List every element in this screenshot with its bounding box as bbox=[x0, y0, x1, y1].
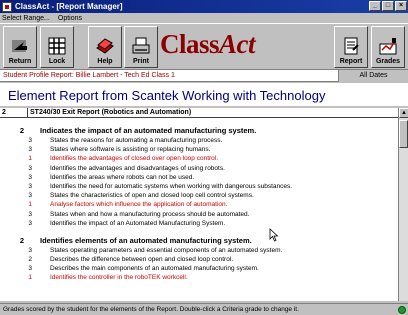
status-bar-text: Grades scored by the student for the ele… bbox=[3, 306, 299, 313]
objective-grade[interactable]: 2 bbox=[0, 236, 40, 246]
criteria-grade[interactable]: 3 bbox=[0, 136, 50, 145]
criteria-text: Describes the difference between open an… bbox=[50, 256, 234, 264]
criteria-text: States the reasons for automating a manu… bbox=[50, 137, 223, 144]
return-button[interactable]: Return bbox=[3, 26, 37, 68]
report-list[interactable]: 2 ST240/30 Exit Report (Robotics and Aut… bbox=[0, 108, 398, 301]
criteria-row[interactable]: 3 States operating parameters and essenti… bbox=[0, 246, 398, 255]
report-button[interactable]: Report bbox=[334, 26, 368, 68]
report-label: Report bbox=[339, 58, 363, 65]
criteria-grade[interactable]: 3 bbox=[0, 191, 50, 200]
menu-select-range[interactable]: Select Range... bbox=[2, 15, 50, 22]
window-controls: _ □ × bbox=[369, 1, 407, 11]
criteria-row[interactable]: 3 States when and how a manufacturing pro… bbox=[0, 210, 398, 219]
criteria-grade[interactable]: 3 bbox=[0, 210, 50, 219]
criteria-row[interactable]: 1 Analyse factors which influence the app… bbox=[0, 200, 398, 209]
scroll-thumb[interactable] bbox=[399, 120, 408, 148]
criteria-grade[interactable]: 3 bbox=[0, 264, 50, 273]
criteria-row[interactable]: 1 Identifies the controller in the roboTE… bbox=[0, 273, 398, 282]
print-label: Print bbox=[133, 58, 149, 65]
objective-row[interactable]: 2 Indicates the impact of an automated ma… bbox=[0, 126, 398, 136]
lock-label: Lock bbox=[48, 58, 66, 65]
return-arrow-icon bbox=[12, 40, 27, 52]
criteria-row[interactable]: 2 Describes the difference between open a… bbox=[0, 255, 398, 264]
minimize-button[interactable]: _ bbox=[369, 1, 381, 11]
grades-button[interactable]: Grades bbox=[371, 26, 405, 68]
title-bar: ClassAct - [Report Manager] _ □ × bbox=[0, 0, 408, 13]
criteria-text: Identifies the controller in the roboTEK… bbox=[50, 274, 188, 282]
criteria-grade[interactable]: 3 bbox=[0, 182, 50, 191]
criteria-grade[interactable]: 1 bbox=[0, 200, 50, 209]
help-button[interactable]: Help bbox=[88, 26, 122, 68]
criteria-text: Identifies the need for automatic system… bbox=[50, 182, 293, 190]
classact-logo: ClassAct bbox=[160, 29, 256, 59]
unit-number: 2 bbox=[0, 108, 28, 117]
criteria-grade[interactable]: 3 bbox=[0, 219, 50, 228]
criteria-row[interactable]: 3 States where software is assisting or r… bbox=[0, 145, 398, 154]
criteria-text: States operating parameters and essentia… bbox=[50, 246, 283, 254]
criteria-text: Identifies the areas where robots can no… bbox=[50, 173, 195, 181]
criteria-text: Identifies the advantages and disadvanta… bbox=[50, 164, 225, 172]
app-icon[interactable] bbox=[2, 1, 12, 12]
criteria-grade[interactable]: 3 bbox=[0, 145, 50, 154]
objective-title: Indicates the impact of an automated man… bbox=[40, 126, 257, 135]
close-button[interactable]: × bbox=[395, 1, 407, 11]
unit-header-row[interactable]: 2 ST240/30 Exit Report (Robotics and Aut… bbox=[0, 108, 398, 118]
grades-chart-icon bbox=[379, 38, 397, 55]
criteria-text: Describes the main components of an auto… bbox=[50, 265, 259, 273]
report-document-icon bbox=[344, 37, 359, 55]
criteria-text: States when and how a manufacturing proc… bbox=[50, 210, 250, 218]
criteria-text: Identifies the impact of an Automated Ma… bbox=[50, 219, 226, 227]
scroll-up-icon[interactable]: ▲ bbox=[399, 108, 408, 118]
toolbar: Return Lock Help Print ClassAct Report G… bbox=[0, 23, 408, 70]
criteria-text: States the characteristics of open and c… bbox=[50, 192, 254, 200]
criteria-grade[interactable]: 2 bbox=[0, 255, 50, 264]
page-title: Element Report from Scantek Working with… bbox=[0, 83, 408, 107]
lock-grid-icon bbox=[48, 37, 66, 55]
criteria-row[interactable]: 3 Describes the main components of an aut… bbox=[0, 264, 398, 273]
criteria-grade[interactable]: 1 bbox=[0, 273, 50, 282]
status-indicator-icon bbox=[398, 306, 406, 314]
criteria-row[interactable]: 3 Identifies the impact of an Automated M… bbox=[0, 219, 398, 228]
criteria-row[interactable]: 3 States the characteristics of open and … bbox=[0, 191, 398, 200]
lock-button[interactable]: Lock bbox=[40, 26, 74, 68]
print-button[interactable]: Print bbox=[124, 26, 158, 68]
criteria-row[interactable]: 3 Identifies the areas where robots can n… bbox=[0, 173, 398, 182]
criteria-text: States where software is assisting or re… bbox=[50, 146, 211, 154]
objective-grade[interactable]: 2 bbox=[0, 126, 40, 136]
criteria-text: Identifies the advantages of closed over… bbox=[50, 155, 219, 163]
profile-status-row: Student Profile Report: Billie Lambert -… bbox=[0, 69, 408, 82]
criteria-row[interactable]: 3 Identifies the need for automatic syste… bbox=[0, 182, 398, 191]
criteria-text: Analyse factors which influence the appl… bbox=[50, 201, 228, 209]
criteria-row[interactable]: 1 Identifies the advantages of closed ove… bbox=[0, 154, 398, 163]
criteria-grade[interactable]: 3 bbox=[0, 246, 50, 255]
grades-label: Grades bbox=[375, 58, 401, 65]
vertical-scrollbar[interactable]: ▲ bbox=[398, 108, 408, 301]
criteria-row[interactable]: 3 States the reasons for automating a man… bbox=[0, 136, 398, 145]
criteria-grade[interactable]: 3 bbox=[0, 173, 50, 182]
unit-name: ST240/30 Exit Report (Robotics and Autom… bbox=[30, 109, 192, 116]
menu-bar: Select Range... Options bbox=[0, 13, 408, 23]
criteria-row[interactable]: 3 Identifies the advantages and disadvant… bbox=[0, 164, 398, 173]
return-label: Return bbox=[8, 58, 32, 65]
mouse-pointer-icon bbox=[269, 228, 279, 242]
criteria-grade[interactable]: 1 bbox=[0, 154, 50, 163]
date-range-selector[interactable]: All Dates bbox=[338, 69, 408, 82]
status-bar: Grades scored by the student for the ele… bbox=[0, 303, 408, 315]
objective-title: Identifies elements of an automated manu… bbox=[40, 235, 252, 245]
objective-row[interactable]: 2 Identifies elements of an automated man… bbox=[0, 236, 398, 246]
help-label: Help bbox=[97, 58, 113, 65]
criteria-grade[interactable]: 3 bbox=[0, 164, 50, 173]
menu-options[interactable]: Options bbox=[58, 15, 82, 22]
objectives-list: 2 Indicates the impact of an automated ma… bbox=[0, 126, 398, 283]
student-profile-text: Student Profile Report: Billie Lambert -… bbox=[3, 72, 175, 79]
maximize-button[interactable]: □ bbox=[382, 1, 394, 11]
help-book-icon bbox=[96, 38, 114, 54]
window-title: ClassAct - [Report Manager] bbox=[15, 2, 123, 11]
printer-icon bbox=[132, 37, 150, 54]
